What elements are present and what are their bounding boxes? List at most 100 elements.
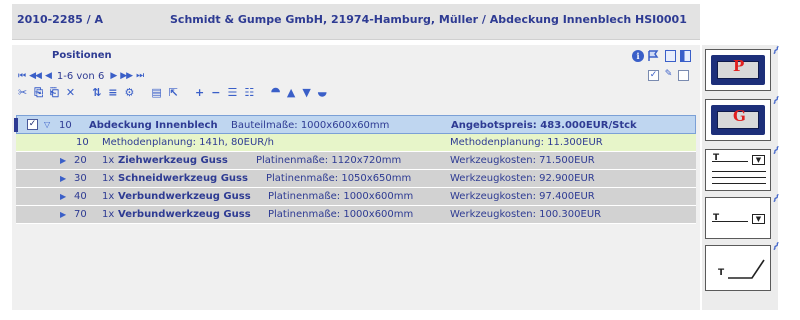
- info-icon[interactable]: i: [632, 50, 644, 62]
- row-pos: 10: [76, 137, 89, 148]
- document-id: 2010-2285 / A: [17, 13, 103, 26]
- row-cost: Werkzeugkosten: 92.900EUR: [450, 173, 595, 184]
- table-icon[interactable]: ▤: [151, 86, 161, 100]
- title-bar: 2010-2285 / A Schmidt & Gumpe GmbH, 2197…: [12, 4, 700, 40]
- delete-icon[interactable]: ✕: [66, 86, 75, 100]
- pager: ⏮ ◀◀ ◀ 1-6 von 6 ▶ ▶▶ ⏭: [18, 69, 147, 83]
- settings-icon[interactable]: ⚙: [125, 86, 135, 100]
- table-row[interactable]: ▶ 20 1x Ziehwerkzeug Guss Platinenmaße: …: [16, 152, 696, 170]
- mold-letter-p: P: [733, 57, 745, 75]
- form-tile[interactable]: ⌇ T ▼: [705, 144, 781, 191]
- row-pos: 40: [74, 191, 87, 202]
- row-dims: Platinenmaße: 1120x720mm: [256, 155, 402, 166]
- sort-icon[interactable]: ⇅: [92, 86, 101, 100]
- table-row-method[interactable]: 10 Methodenplanung: 141h, 80EUR/h Method…: [16, 134, 696, 152]
- move-bottom-icon[interactable]: ⯋: [318, 86, 327, 100]
- next-page-icon[interactable]: ▶▶: [120, 71, 133, 81]
- signature-tile[interactable]: ⌇ T: [705, 240, 781, 291]
- first-page-icon[interactable]: ⏮: [18, 71, 26, 81]
- row-pos: 70: [74, 209, 87, 220]
- row-qty: 1x: [102, 155, 115, 166]
- check-all-icon[interactable]: ✓: [648, 70, 659, 81]
- expand-row-icon[interactable]: ▶: [60, 210, 66, 219]
- table-row[interactable]: ▶ 30 1x Schneidwerkzeug Guss Platinenmaß…: [16, 170, 696, 188]
- positions-panel: Positionen i ⏮ ◀◀ ◀ 1-6 von 6 ▶ ▶▶ ⏭ ✓ ✎…: [12, 45, 700, 310]
- row-dims: Platinenmaße: 1050x650mm: [266, 173, 412, 184]
- remove-icon[interactable]: −: [211, 86, 220, 100]
- selection-marker: [14, 118, 18, 132]
- previous-page-icon[interactable]: ◀◀: [29, 71, 42, 81]
- row-name: Schneidwerkzeug Guss: [118, 173, 248, 184]
- expand-row-icon[interactable]: ▶: [60, 156, 66, 165]
- layout-icon[interactable]: [680, 50, 691, 62]
- cut-icon[interactable]: ✂: [18, 86, 27, 100]
- flag-icon[interactable]: [648, 50, 662, 62]
- row-cost: Methodenplanung: 11.300EUR: [450, 137, 603, 148]
- expand-row-icon[interactable]: ▶: [60, 192, 66, 201]
- table-row[interactable]: ▶ 70 1x Verbundwerkzeug Guss Platinenmaß…: [16, 206, 696, 224]
- outline-icon[interactable]: ☰: [227, 86, 237, 100]
- expand-icon[interactable]: ⇱: [169, 86, 178, 100]
- row-cost: Werkzeugkosten: 97.400EUR: [450, 191, 595, 202]
- row-desc: Methodenplanung: 141h, 80EUR/h: [102, 137, 274, 148]
- dropdown-icon: ▼: [752, 214, 765, 224]
- row-price: Angebotspreis: 483.000EUR/Stck: [451, 120, 637, 131]
- paste-icon[interactable]: ⎗: [50, 86, 59, 100]
- move-top-icon[interactable]: ⯊: [271, 86, 280, 100]
- positions-table: ✓ ▽ 10 Abdeckung Innenblech Bauteilmaße:…: [14, 115, 696, 224]
- tool-sidebar: ⌇ P ⌇ G ⌇ T ▼ ⌇ T ▼ ⌇ T: [702, 44, 781, 310]
- paperclip-icon: ⌇: [769, 43, 782, 58]
- paperclip-icon: ⌇: [769, 191, 782, 206]
- row-dims: Platinenmaße: 1000x600mm: [268, 209, 414, 220]
- dropdown-tile[interactable]: ⌇ T ▼: [705, 192, 781, 239]
- tree-icon[interactable]: ☷: [244, 86, 254, 100]
- row-cost: Werkzeugkosten: 100.300EUR: [450, 209, 602, 220]
- table-row-main[interactable]: ✓ ▽ 10 Abdeckung Innenblech Bauteilmaße:…: [14, 115, 696, 134]
- move-down-icon[interactable]: ▼: [302, 86, 310, 100]
- panel-title: Positionen: [52, 50, 112, 61]
- mold-icon: G: [711, 105, 765, 135]
- list-icon[interactable]: ≡: [108, 86, 117, 100]
- next-icon[interactable]: ▶: [110, 71, 117, 81]
- row-dims: Platinenmaße: 1000x600mm: [268, 191, 414, 202]
- previous-icon[interactable]: ◀: [45, 71, 52, 81]
- paperclip-icon: ⌇: [769, 93, 782, 108]
- copy-icon[interactable]: ⎘: [34, 86, 43, 100]
- row-name: Ziehwerkzeug Guss: [118, 155, 228, 166]
- mold-letter-g: G: [733, 107, 746, 125]
- move-up-icon[interactable]: ▲: [287, 86, 295, 100]
- text-field-icon: T: [718, 268, 725, 278]
- row-pos: 30: [74, 173, 87, 184]
- last-page-icon[interactable]: ⏭: [136, 71, 144, 81]
- uncheck-all-icon[interactable]: [678, 70, 689, 81]
- tool-tile-p[interactable]: ⌇ P: [705, 44, 781, 91]
- document-title: Schmidt & Gumpe GmbH, 21974-Hamburg, Mül…: [170, 13, 687, 26]
- row-dims: Bauteilmaße: 1000x600x60mm: [231, 120, 390, 131]
- tool-tile-g[interactable]: ⌇ G: [705, 94, 781, 141]
- dropdown-icon: ▼: [752, 155, 765, 165]
- row-name: Verbundwerkzeug Guss: [118, 209, 251, 220]
- panel-header: Positionen i: [12, 45, 700, 65]
- toolbar: ✂ ⎘ ⎗ ✕ ⇅ ≡ ⚙ ▤ ⇱ + − ☰ ☷ ⯊ ▲ ▼ ⯋: [18, 86, 334, 100]
- table-row[interactable]: ▶ 40 1x Verbundwerkzeug Guss Platinenmaß…: [16, 188, 696, 206]
- row-pos: 20: [74, 155, 87, 166]
- row-name: Abdeckung Innenblech: [89, 120, 218, 131]
- row-qty: 1x: [102, 209, 115, 220]
- row-name: Verbundwerkzeug Guss: [118, 191, 251, 202]
- select-mode-icon[interactable]: ✎: [663, 70, 674, 81]
- add-icon[interactable]: +: [195, 86, 204, 100]
- row-qty: 1x: [102, 173, 115, 184]
- mold-icon: P: [711, 55, 765, 85]
- collapse-icon[interactable]: ▽: [44, 120, 50, 129]
- expand-row-icon[interactable]: ▶: [60, 174, 66, 183]
- paperclip-icon: ⌇: [769, 239, 782, 254]
- row-pos: 10: [59, 120, 72, 131]
- columns-icon[interactable]: [665, 50, 676, 62]
- signature-icon: [728, 259, 765, 279]
- paperclip-icon: ⌇: [769, 143, 782, 158]
- page-range: 1-6 von 6: [56, 70, 105, 82]
- selection-icons: ✓ ✎: [648, 70, 689, 81]
- row-checkbox[interactable]: ✓: [27, 119, 38, 130]
- row-qty: 1x: [102, 191, 115, 202]
- row-cost: Werkzeugkosten: 71.500EUR: [450, 155, 595, 166]
